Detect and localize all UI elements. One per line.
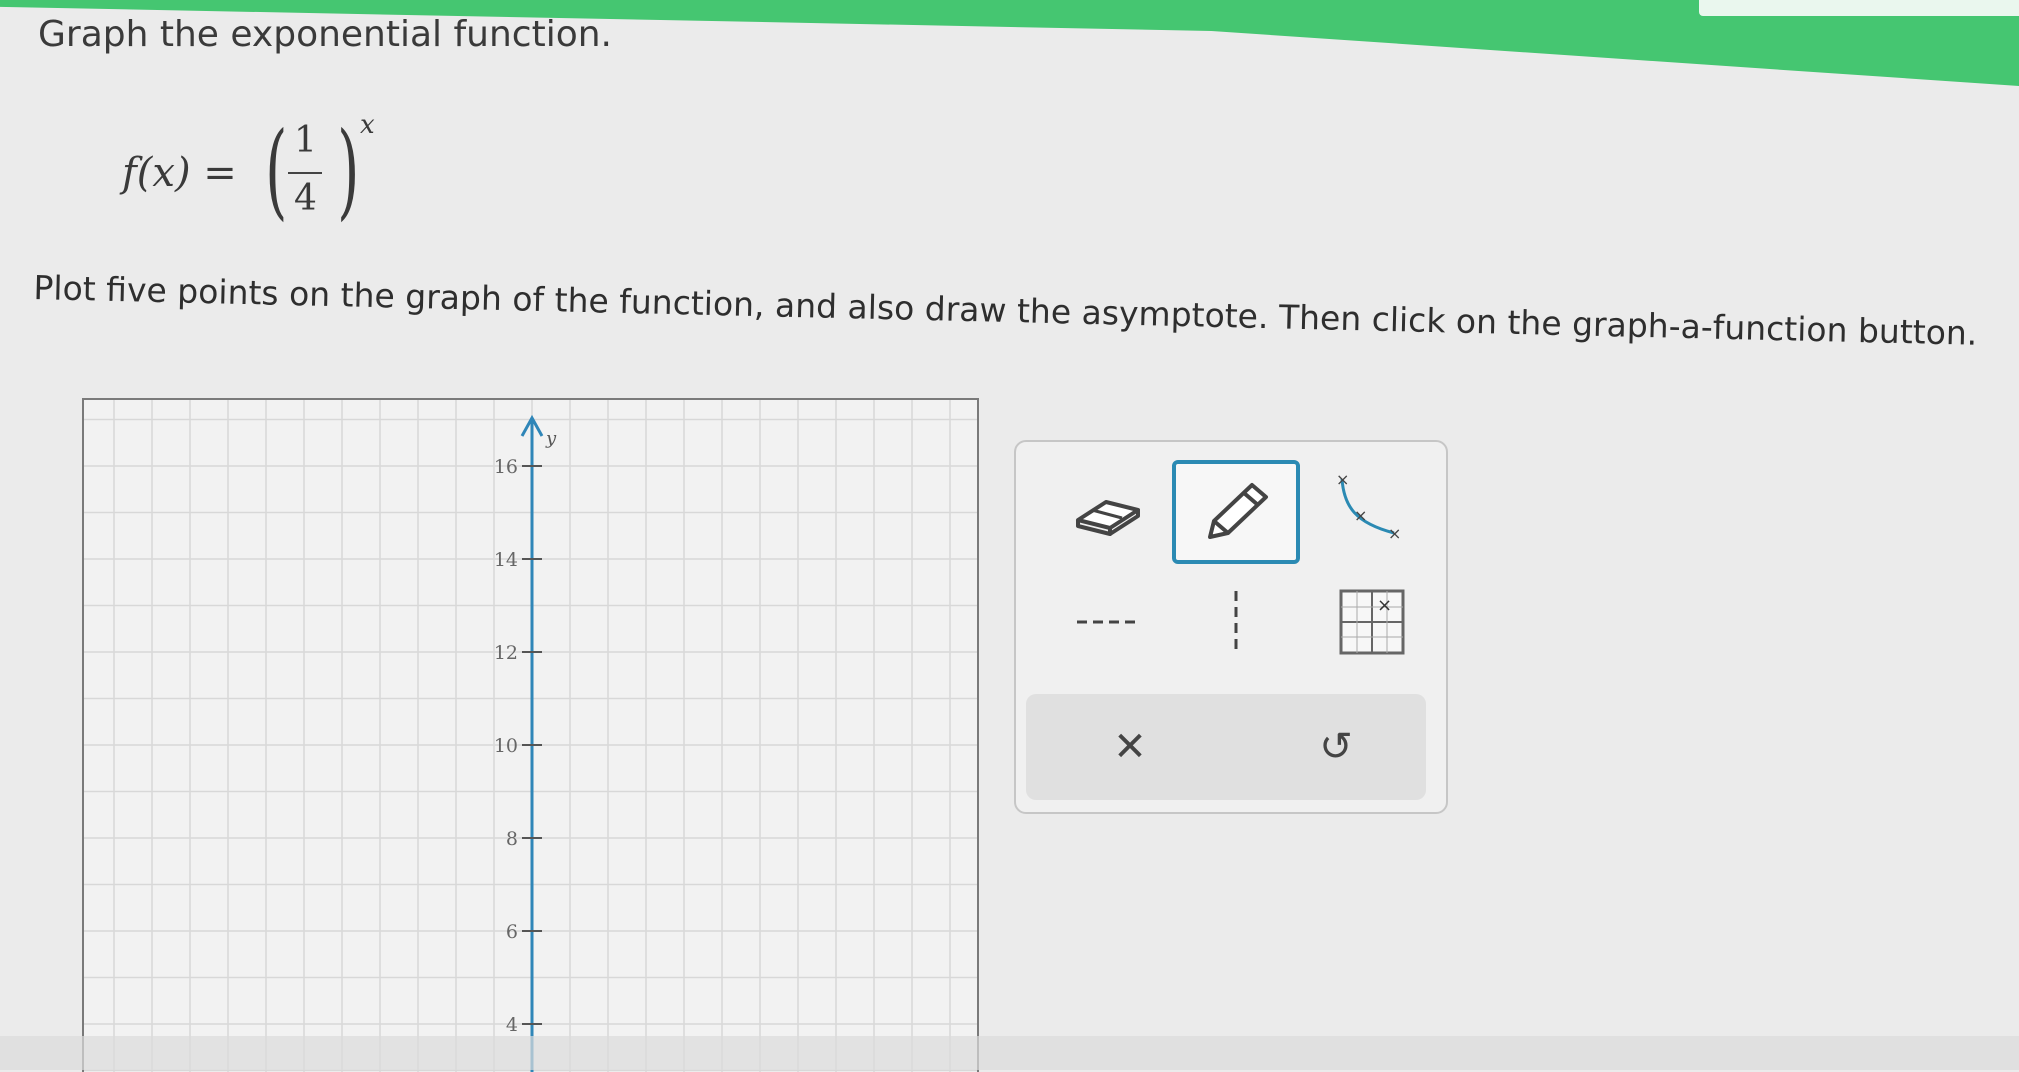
question-prompt: Graph the exponential function.	[38, 14, 612, 55]
y-tick-label: 10	[494, 735, 518, 757]
right-paren: )	[337, 109, 360, 231]
horizontal-dashed-line-icon	[1077, 620, 1139, 624]
svg-text:×: ×	[1354, 506, 1367, 525]
graph-grid-icon: ×	[1339, 589, 1405, 655]
y-tick-label: 8	[506, 828, 518, 850]
eraser-icon	[1076, 500, 1140, 536]
clear-button[interactable]: ✕	[1090, 712, 1170, 782]
page-bottom-strip	[0, 1036, 2019, 1070]
graph-a-function-tool[interactable]: ×	[1322, 582, 1422, 662]
fraction-numerator: 1	[294, 120, 317, 161]
header-tab	[1699, 0, 2019, 16]
y-tick-label: 4	[506, 1014, 518, 1036]
function-equation: f(x) = ( 1 4 ) x	[122, 110, 382, 240]
graph-canvas[interactable]: y 16 14 12 10 8 6 4	[82, 398, 979, 1072]
svg-text:×: ×	[1388, 524, 1401, 543]
action-bar: ✕ ↺	[1026, 694, 1426, 800]
y-tick-label: 12	[494, 642, 518, 664]
fraction-bar	[288, 172, 322, 174]
toolbox-panel: × × × × ✕ ↺	[1014, 440, 1448, 814]
fraction-denominator: 4	[294, 178, 317, 219]
exponential-curve-tool[interactable]: × × ×	[1316, 462, 1416, 552]
equation-exponent: x	[360, 110, 375, 140]
y-axis-label: y	[545, 428, 557, 449]
y-tick-label: 14	[494, 549, 518, 571]
eraser-tool[interactable]	[1058, 470, 1158, 550]
exponential-curve-icon: × × ×	[1336, 470, 1401, 543]
pencil-tool[interactable]	[1172, 460, 1300, 564]
vertical-dashed-line-icon	[1234, 591, 1238, 653]
undo-icon: ↺	[1319, 724, 1353, 770]
left-paren: (	[265, 109, 288, 231]
equation-lhs: f(x) =	[122, 150, 237, 196]
vertical-asymptote-tool[interactable]	[1186, 582, 1286, 662]
horizontal-asymptote-tool[interactable]	[1058, 582, 1158, 662]
close-icon: ✕	[1113, 724, 1147, 770]
graph-svg[interactable]: y 16 14 12 10 8 6 4	[84, 400, 977, 1072]
svg-text:×: ×	[1377, 595, 1392, 616]
undo-button[interactable]: ↺	[1296, 712, 1376, 782]
instruction-text: Plot five points on the graph of the fun…	[33, 268, 1978, 353]
pencil-icon	[1208, 483, 1268, 539]
y-tick-label: 16	[494, 456, 518, 478]
svg-text:×: ×	[1336, 470, 1349, 489]
y-tick-label: 6	[506, 921, 518, 943]
